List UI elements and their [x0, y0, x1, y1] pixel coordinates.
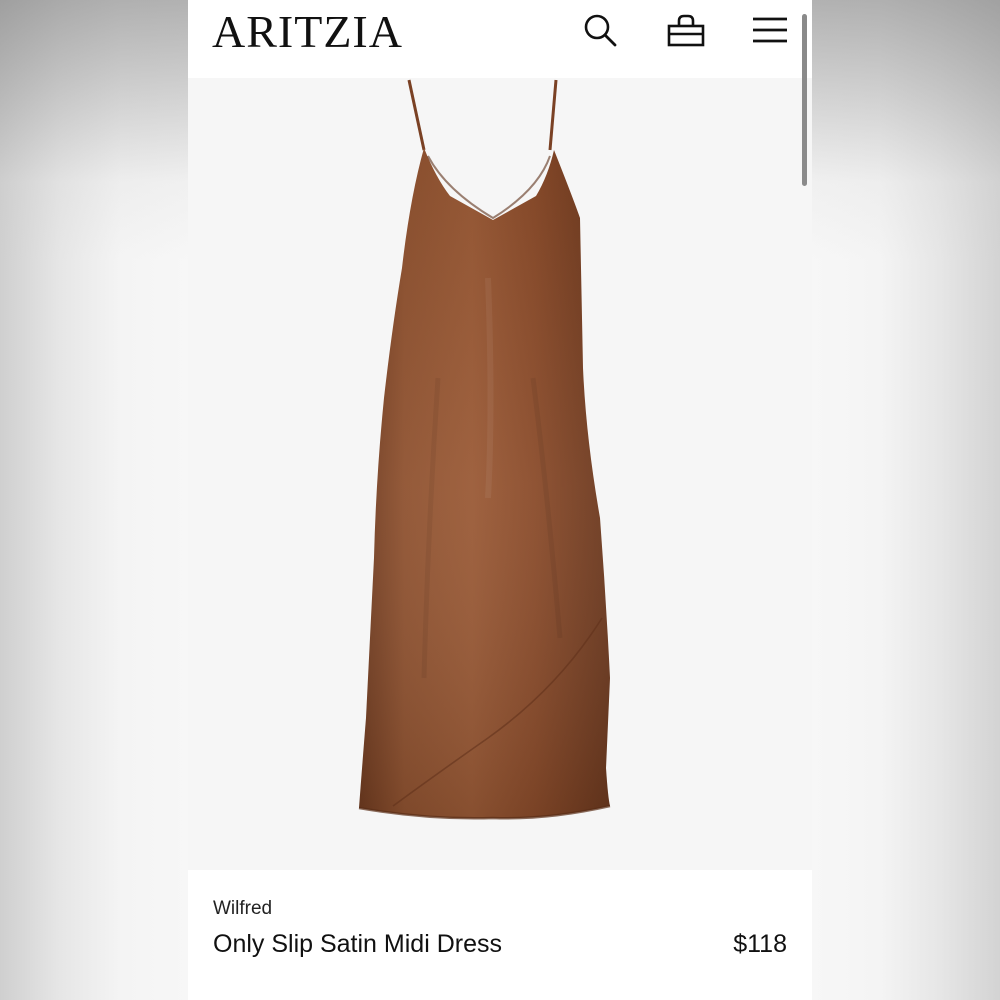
product-name[interactable]: Only Slip Satin Midi Dress — [213, 930, 502, 959]
bag-icon[interactable] — [666, 10, 706, 50]
brand-logo[interactable]: ARITZIA — [212, 6, 403, 58]
product-brand[interactable]: Wilfred — [213, 898, 272, 920]
product-price: $118 — [733, 930, 787, 958]
product-info: Wilfred Only Slip Satin Midi Dress $118 — [188, 870, 812, 1000]
app-screen: ARITZIA Wilfred Only Slip Satin Midi Dre… — [188, 0, 812, 1000]
search-icon[interactable] — [580, 10, 620, 50]
scrollbar[interactable] — [802, 14, 807, 186]
header: ARITZIA — [188, 0, 812, 78]
menu-icon[interactable] — [750, 10, 790, 50]
product-image[interactable] — [188, 78, 812, 870]
